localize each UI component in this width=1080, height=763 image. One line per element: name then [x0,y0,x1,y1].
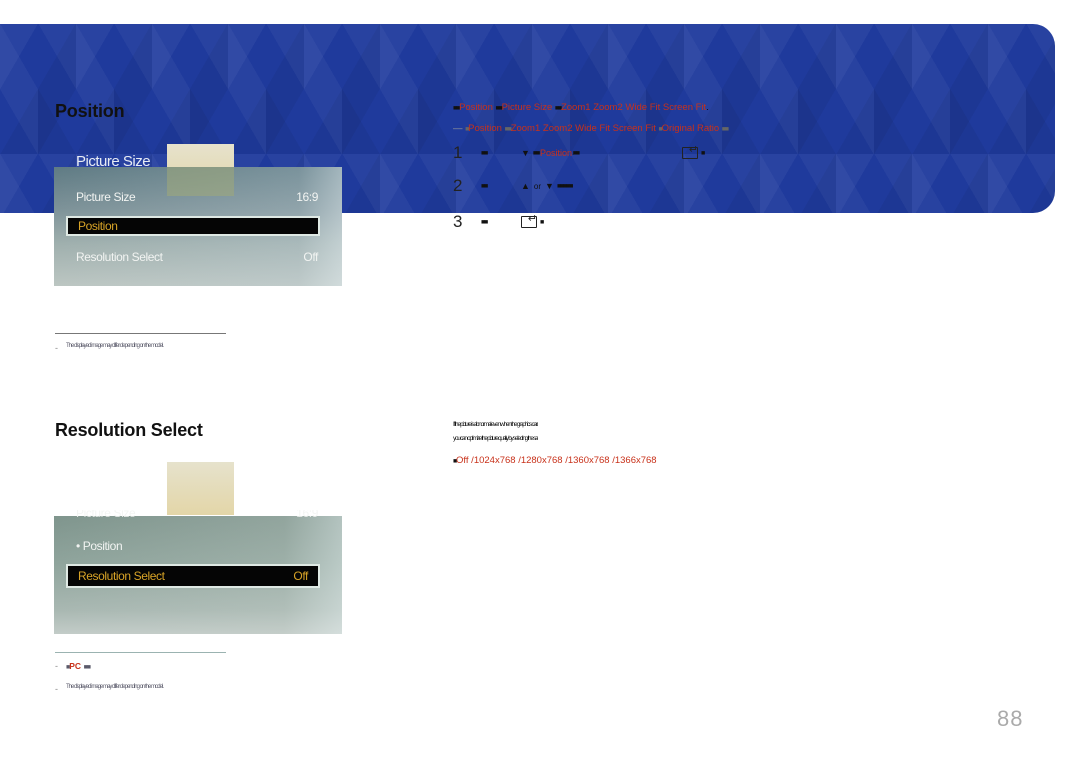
step-1: 1 ■■ ▼ ■■ Position .■■ ■ [453,143,705,163]
option-position: Position [468,123,502,134]
option-wide-fit: Wide Fit [575,123,610,134]
down-arrow-icon: ▼ [521,148,530,158]
step-text: .■■ [572,149,580,157]
option-zoom2: Zoom2 [542,123,573,134]
resolution-description-line1: If the picture is abnormal even when the… [453,421,538,428]
option-screen-fit: Screen Fit [612,123,656,134]
step-text: ■ [540,218,544,226]
osd-row-label: Position [78,219,118,233]
osd-row-label: • Position [76,539,123,553]
note-text: The displayed image may differ depending… [66,684,164,690]
osd-row-label: Resolution Select [78,569,165,583]
step-text: ■ [701,149,705,157]
option-picture-size: Picture Size [501,102,553,113]
desc-text: ■■ [721,126,729,133]
step-text: ■■ [481,149,488,157]
notes-divider [55,652,226,653]
osd-row-position-selected: Position [66,216,320,236]
position-description-line2: — ■Position ■■Zoom1 Zoom2 Wide Fit Scree… [453,123,729,134]
osd-row-picture-size: Picture Size 16:9 [76,510,318,520]
osd-row-position: • Position [76,539,318,553]
resolution-options: ■Off /1024x768 /1280x768 /1360x768 /1366… [453,455,657,466]
note-dash: - [55,684,58,694]
step-text: ■■ [532,149,540,157]
resolution-option-1024x768: 1024x768 [473,455,516,466]
resolution-option-1360x768: 1360x768 [567,455,610,466]
enter-key-icon [521,212,537,228]
page-number: 88 [997,706,1024,731]
resolution-option-1280x768: 1280x768 [520,455,563,466]
step-text: ■■ [481,218,488,226]
step-text: or [533,181,542,191]
step-number: 2 [453,176,463,195]
option-zoom1: Zoom1 [560,102,591,113]
option-position: Position [459,102,493,113]
note-text: ■■ [83,664,92,671]
note-item: - ■PC ■■ [55,661,92,671]
osd-row-resolution-select-selected: Resolution Select Off [66,564,320,588]
up-arrow-icon: ▲ [521,181,530,191]
osd-thumbnail [167,462,234,515]
resolution-option-off: Off [456,455,469,466]
osd-row-resolution-select: Resolution Select Off [76,250,318,264]
step-text: ■■ [481,182,488,190]
option-zoom1: Zoom1 [510,123,541,134]
enter-key-icon [682,143,699,159]
note-dash: — [453,123,463,134]
notes-divider [55,333,226,334]
option-original-ratio: Original Ratio [661,123,720,134]
step-text: ■■■■■ [556,182,573,190]
note-item: - The displayed image may differ dependi… [55,684,164,694]
osd-row-picture-size: Picture Size 16:9 [76,190,318,204]
option-screen-fit: Screen Fit [662,102,707,113]
osd-row-label: Resolution Select [76,250,163,264]
position-description-line1: ■■Position ■■Picture Size ■■Zoom1 Zoom2 … [453,102,709,113]
note-text: The displayed image may differ depending… [66,343,164,349]
option-zoom2: Zoom2 [593,102,623,113]
resolution-description-line2: you can optimize the picture quality by … [453,435,538,442]
step-3: 3 ■■ ■ [453,212,544,232]
option-position: Position [539,148,573,158]
section-title-position: Position [55,101,125,121]
note-dash: - [55,343,58,353]
note-highlight-pc: PC [69,661,82,671]
osd-row-value: 16:9 [296,190,318,204]
down-arrow-icon: ▼ [545,181,554,191]
option-wide-fit: Wide Fit [625,102,661,113]
osd-row-value: Off [303,250,318,264]
osd-row-value: 16:9 [296,510,318,520]
note-dash: - [55,661,58,671]
step-number: 1 [453,143,463,162]
resolution-option-1366x768: 1366x768 [614,455,657,466]
note-item: - The displayed image may differ dependi… [55,343,164,353]
osd-row-label: Picture Size [76,510,136,520]
step-2: 2 ■■ ▲ or ▼ ■■■■■ [453,176,573,196]
osd-row-label: Picture Size [76,190,136,204]
section-title-resolution-select: Resolution Select [55,420,203,440]
step-number: 3 [453,212,463,231]
osd-row-value: Off [293,569,308,583]
